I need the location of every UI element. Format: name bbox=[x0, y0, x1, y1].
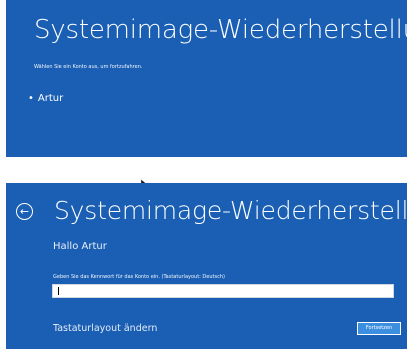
account-instruction: Wählen Sie ein Konto aus, um fortzufahre… bbox=[34, 64, 143, 70]
change-keyboard-layout-link[interactable]: Tastaturlayout ändern bbox=[53, 323, 157, 334]
password-input[interactable] bbox=[52, 284, 394, 298]
continue-button[interactable]: Fortsetzen bbox=[357, 322, 401, 335]
text-caret bbox=[58, 287, 59, 295]
greeting: Hallo Artur bbox=[53, 241, 107, 252]
account-item-artur[interactable]: • Artur bbox=[28, 93, 63, 104]
page-title: Systemimage-Wiederherstellung bbox=[54, 196, 407, 225]
page-title: Systemimage-Wiederherstellung bbox=[34, 15, 407, 45]
account-name: Artur bbox=[37, 93, 64, 104]
account-selection-panel: Systemimage-Wiederherstellung Wählen Sie… bbox=[6, 0, 407, 157]
password-entry-panel: ← Systemimage-Wiederherstellung Hallo Ar… bbox=[6, 183, 407, 349]
bullet-icon: • bbox=[28, 93, 34, 104]
back-arrow-icon[interactable]: ← bbox=[16, 203, 33, 220]
password-label: Geben Sie das Kennwort für das Konto ein… bbox=[53, 274, 225, 280]
